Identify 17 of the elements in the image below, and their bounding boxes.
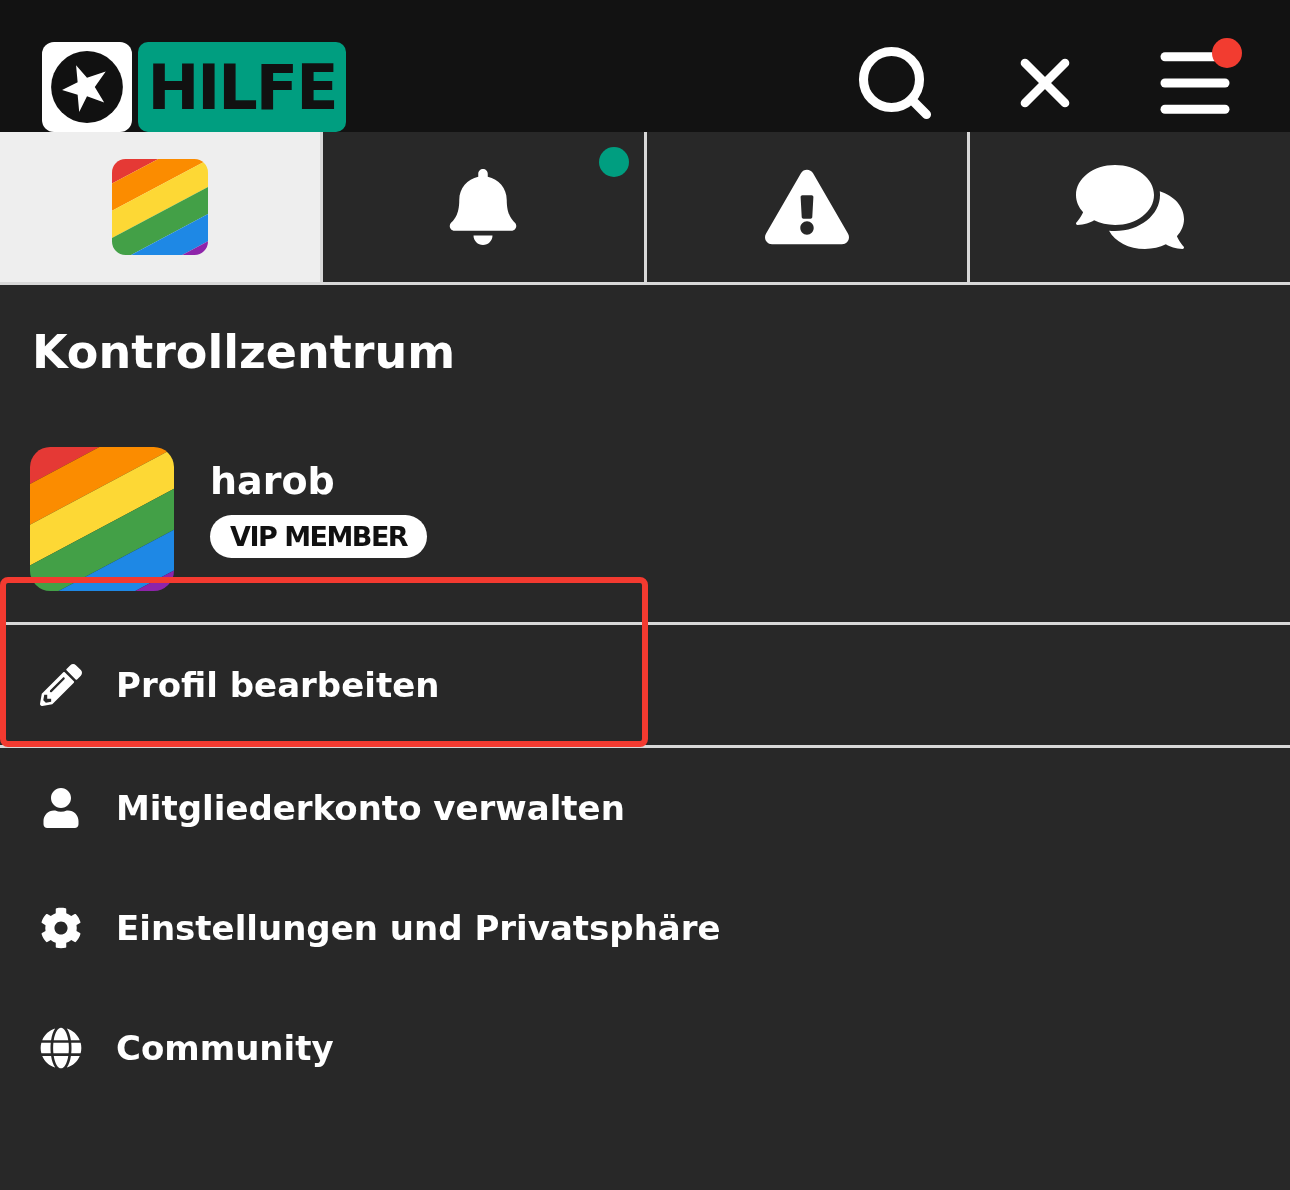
globe-icon bbox=[40, 1027, 82, 1069]
avatar-icon bbox=[30, 447, 174, 591]
person-icon bbox=[41, 788, 81, 828]
member-badge: VIP MEMBER bbox=[210, 515, 428, 558]
avatar-icon bbox=[112, 159, 209, 255]
tab[interactable] bbox=[323, 132, 644, 282]
settings-icon bbox=[40, 907, 82, 949]
pencil-icon bbox=[40, 664, 82, 706]
tab[interactable] bbox=[969, 132, 1290, 282]
menu-item[interactable]: Community bbox=[0, 988, 1290, 1108]
menu-item[interactable]: Mitgliederkonto verwalten bbox=[0, 748, 1290, 868]
tab[interactable] bbox=[646, 132, 967, 282]
menu-item[interactable]: Einstellungen und Privatsphäre bbox=[0, 868, 1290, 988]
page-title: Kontrollzentrum bbox=[31, 324, 457, 381]
logo-mark[interactable] bbox=[42, 42, 132, 132]
user-name: harob bbox=[210, 459, 336, 503]
logo-text[interactable]: HILFE bbox=[138, 42, 346, 132]
